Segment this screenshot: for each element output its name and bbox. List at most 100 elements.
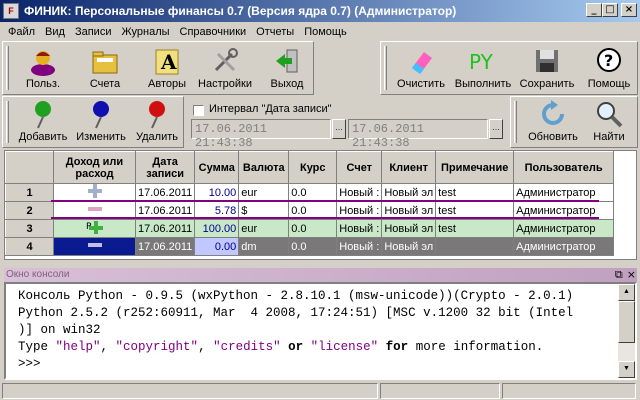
income-expense-cell[interactable] <box>53 183 136 202</box>
client-cell[interactable]: Новый эл <box>381 237 437 256</box>
currency-cell[interactable]: eur <box>238 183 290 202</box>
account-cell[interactable]: Новый : <box>336 183 383 202</box>
interval-checkbox[interactable] <box>193 105 204 116</box>
scroll-thumb[interactable] <box>618 301 635 343</box>
sum-cell[interactable]: 100.00 <box>194 219 240 238</box>
col-header-account[interactable]: Счет <box>336 151 383 184</box>
menu-view[interactable]: Вид <box>40 26 70 38</box>
close-button[interactable]: × <box>621 3 637 17</box>
clear-label: Очистить <box>397 78 445 90</box>
menu-references[interactable]: Справочники <box>175 26 252 38</box>
date-to-picker-button[interactable]: … <box>489 119 503 139</box>
toolbar-grip[interactable] <box>6 46 9 90</box>
col-header-user[interactable]: Пользователь <box>513 151 615 184</box>
save-button[interactable]: Сохранить <box>515 44 579 94</box>
account-cell[interactable]: Новый : <box>336 219 383 238</box>
toolbar-grip[interactable] <box>6 101 9 143</box>
note-cell[interactable]: test <box>435 183 515 202</box>
users-button[interactable]: Польз. <box>11 44 75 94</box>
main-window: F ФИНИК: Персональные финансы 0.7 (Верси… <box>0 0 640 400</box>
grid-corner[interactable] <box>5 151 54 184</box>
col-header-currency[interactable]: Валюта <box>238 151 290 184</box>
note-cell[interactable]: test <box>435 219 515 238</box>
date-to-field[interactable]: 17.06.2011 21:43:38 <box>348 119 488 150</box>
client-cell[interactable]: Новый эл <box>381 183 437 202</box>
client-cell[interactable]: Новый эл <box>381 219 437 238</box>
rate-cell[interactable]: 0.0 <box>288 183 338 202</box>
user-cell[interactable]: Администратор <box>513 237 615 256</box>
exit-button[interactable]: Выход <box>255 44 319 94</box>
rate-cell[interactable]: 0.0 <box>288 219 338 238</box>
table-row[interactable]: 3 P 17.06.2011 100.00 eur 0.0 Новый : Но… <box>5 219 615 238</box>
tools-icon <box>209 46 241 76</box>
scroll-down-icon[interactable]: ▼ <box>618 361 635 378</box>
records-grid[interactable]: Доход или расход Дата записи Сумма Валют… <box>4 150 637 260</box>
income-expense-cell[interactable] <box>53 237 136 256</box>
menu-help[interactable]: Помощь <box>299 26 352 38</box>
restore-icon[interactable]: ⧉ <box>615 268 623 282</box>
col-header-note[interactable]: Примечание <box>435 151 515 184</box>
run-button[interactable]: PY Выполнить <box>451 44 515 94</box>
table-row[interactable]: 1 17.06.2011 10.00 eur 0.0 Новый : Новый… <box>5 183 615 202</box>
col-header-sum[interactable]: Сумма <box>194 151 240 184</box>
menu-journals[interactable]: Журналы <box>116 26 174 38</box>
table-row-selected[interactable]: 4 17.06.2011 0.00 dm 0.0 Новый : Новый э… <box>5 237 615 256</box>
help-button[interactable]: ? Помощь <box>577 44 640 94</box>
col-header-client[interactable]: Клиент <box>381 151 437 184</box>
refresh-button[interactable]: Обновить <box>521 97 585 147</box>
row-header[interactable]: 4 <box>5 237 54 256</box>
row-header[interactable]: 1 <box>5 183 54 202</box>
user-icon <box>27 46 59 76</box>
status-pane <box>380 383 500 399</box>
console-line: Консоль Python - 0.9.5 (wxPython - 2.8.1… <box>18 289 574 303</box>
python-console[interactable]: Консоль Python - 0.9.5 (wxPython - 2.8.1… <box>4 282 637 380</box>
maximize-button[interactable]: □ <box>602 3 618 17</box>
find-button[interactable]: Найти <box>581 97 637 147</box>
currency-cell[interactable]: eur <box>238 219 290 238</box>
row-header[interactable]: 2 <box>5 201 54 220</box>
toolbar-grip[interactable] <box>384 46 387 90</box>
sum-cell[interactable]: 10.00 <box>194 183 240 202</box>
edit-button[interactable]: Изменить <box>69 97 133 147</box>
user-cell[interactable]: Администратор <box>513 183 615 202</box>
close-icon[interactable]: × <box>627 268 636 282</box>
row-header[interactable]: 3 <box>5 219 54 238</box>
minimize-button[interactable]: _ <box>586 3 602 17</box>
menu-file[interactable]: Файл <box>3 26 40 38</box>
currency-cell[interactable]: dm <box>238 237 290 256</box>
authors-button[interactable]: A Авторы <box>135 44 199 94</box>
date-cell[interactable]: 17.06.2011 <box>134 237 196 256</box>
add-button[interactable]: Добавить <box>11 97 75 147</box>
sum-cell[interactable]: 0.00 <box>194 237 240 256</box>
date-cell[interactable]: 17.06.2011 <box>134 219 196 238</box>
console-text: Type <box>18 340 56 354</box>
menu-records[interactable]: Записи <box>70 26 117 38</box>
account-cell[interactable]: Новый : <box>336 237 383 256</box>
grid-header-row: Доход или расход Дата записи Сумма Валют… <box>5 151 615 184</box>
interval-label: Интервал "Дата записи" <box>209 103 332 115</box>
console-prompt[interactable]: >>> <box>18 357 48 371</box>
date-from-picker-button[interactable]: … <box>332 119 346 139</box>
col-header-type[interactable]: Доход или расход <box>53 151 136 184</box>
col-header-rate[interactable]: Курс <box>288 151 338 184</box>
save-icon <box>531 46 563 76</box>
title-bar[interactable]: F ФИНИК: Персональные финансы 0.7 (Верси… <box>0 0 640 22</box>
col-header-date[interactable]: Дата записи <box>134 151 196 184</box>
note-cell[interactable] <box>435 237 515 256</box>
menu-reports[interactable]: Отчеты <box>251 26 299 38</box>
settings-button[interactable]: Настройки <box>193 44 257 94</box>
refresh-label: Обновить <box>528 131 578 143</box>
income-expense-cell[interactable]: P <box>53 219 136 238</box>
toolbar-grip[interactable] <box>514 101 517 143</box>
date-cell[interactable]: 17.06.2011 <box>134 183 196 202</box>
rate-cell[interactable]: 0.0 <box>288 237 338 256</box>
clear-button[interactable]: Очистить <box>389 44 453 94</box>
date-from-field[interactable]: 17.06.2011 21:43:38 <box>191 119 331 150</box>
delete-button[interactable]: Удалить <box>125 97 189 147</box>
accounts-button[interactable]: Счета <box>73 44 137 94</box>
records-toolbar: Добавить Изменить Удалить <box>2 96 184 148</box>
user-cell[interactable]: Администратор <box>513 219 615 238</box>
console-scrollbar[interactable]: ▲ ▼ <box>618 284 635 378</box>
console-keyword: or <box>288 340 304 354</box>
scroll-up-icon[interactable]: ▲ <box>618 284 635 301</box>
